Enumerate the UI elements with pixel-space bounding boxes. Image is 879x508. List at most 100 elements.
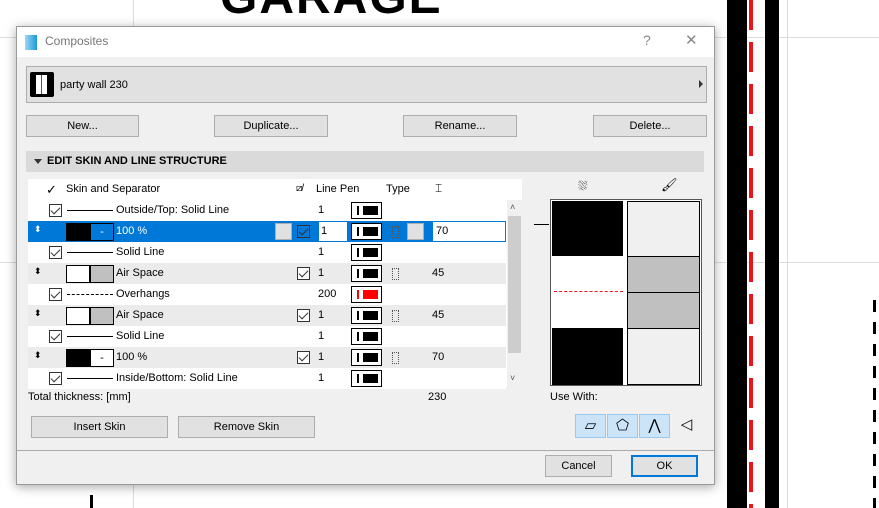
line-row[interactable]: Solid Line 1	[28, 242, 506, 263]
type-menu-button[interactable]	[407, 223, 424, 240]
drag-handle-icon[interactable]: ⬍	[34, 266, 42, 277]
background-swatch[interactable]	[90, 307, 114, 325]
overhang-preview-line	[554, 291, 623, 292]
scrollbar[interactable]: ˄ ˅	[507, 200, 522, 387]
scroll-up-icon[interactable]: ˄	[510, 202, 515, 212]
shell-icon[interactable]: ◁	[671, 414, 702, 438]
structure-preview	[550, 199, 702, 386]
show-line-checkbox[interactable]	[49, 288, 62, 301]
scrollbar-thumb[interactable]	[508, 216, 521, 353]
section-header[interactable]: EDIT SKIN AND LINE STRUCTURE	[26, 151, 704, 172]
pen-color-swatch[interactable]	[351, 328, 382, 345]
roof-icon[interactable]: ⋀	[639, 414, 670, 438]
background-swatch[interactable]: -	[90, 349, 114, 367]
row-label: 100 %	[116, 225, 148, 237]
show-line-checkbox[interactable]	[49, 372, 62, 385]
thickness-field[interactable]: 70	[432, 347, 444, 368]
line-row[interactable]: Overhangs 200	[28, 284, 506, 305]
drag-handle-icon[interactable]: ⬍	[34, 308, 42, 319]
fill-swatch[interactable]	[66, 265, 90, 283]
fill-swatch[interactable]	[66, 307, 90, 325]
pen-number[interactable]: 1	[318, 221, 348, 242]
show-all-check-icon[interactable]: ✓	[46, 182, 57, 198]
delete-button[interactable]: Delete...	[593, 115, 707, 137]
header-type: Type	[386, 183, 410, 195]
pen-number[interactable]: 200	[318, 284, 336, 305]
drag-handle-icon[interactable]: ⬍	[34, 224, 42, 235]
help-button[interactable]: ?	[643, 32, 651, 48]
pen-color-swatch[interactable]	[351, 265, 382, 282]
pen-number[interactable]: 1	[318, 326, 324, 347]
skin-row[interactable]: ⬍ - 70 100 % 1	[28, 347, 506, 368]
visibility-checkbox[interactable]	[297, 309, 310, 322]
pen-number[interactable]: 1	[318, 305, 324, 326]
drag-handle-icon[interactable]: ⬍	[34, 350, 42, 361]
scroll-down-icon[interactable]: ˅	[510, 373, 515, 383]
pen-color-swatch[interactable]	[351, 286, 382, 303]
line-row[interactable]: Solid Line 1	[28, 326, 506, 347]
header-skin: Skin and Separator	[66, 183, 161, 195]
new-button[interactable]: New...	[26, 115, 139, 137]
row-label: Outside/Top: Solid Line	[116, 204, 230, 216]
line-type-sample	[67, 378, 113, 379]
pen-color-swatch[interactable]	[351, 202, 382, 219]
fill-swatch[interactable]	[66, 223, 90, 241]
cancel-button[interactable]: Cancel	[545, 455, 612, 477]
show-line-checkbox[interactable]	[49, 204, 62, 217]
composite-selector[interactable]: party wall 230	[26, 66, 707, 103]
remove-skin-button[interactable]: Remove Skin	[178, 416, 315, 438]
row-label: Solid Line	[116, 246, 165, 258]
use-with-label: Use With:	[550, 391, 598, 403]
pen-color-swatch[interactable]	[351, 307, 382, 324]
overhang-line	[749, 0, 753, 508]
pen-color-swatch[interactable]	[351, 349, 382, 366]
pen-number[interactable]: 1	[318, 263, 324, 284]
total-thickness-label: Total thickness: [mm]	[28, 391, 131, 403]
thickness-field[interactable]: 70	[432, 221, 506, 242]
close-button[interactable]: ✕	[685, 31, 698, 49]
wall-line	[727, 0, 747, 508]
pen-number[interactable]: 1	[318, 368, 324, 389]
skin-row[interactable]: ⬍ - 70 100 % 1	[28, 221, 506, 242]
wall-icon[interactable]: ▱	[575, 414, 606, 438]
dialog-title: Composites	[45, 34, 109, 48]
visibility-checkbox[interactable]	[297, 267, 310, 280]
skin-type-icon[interactable]	[392, 268, 399, 280]
pen-number[interactable]: 1	[318, 200, 324, 221]
fill-menu-button[interactable]	[275, 223, 292, 240]
fill-swatch[interactable]	[66, 349, 90, 367]
skin-type-icon[interactable]	[392, 352, 399, 364]
visibility-checkbox[interactable]	[297, 225, 310, 238]
show-line-checkbox[interactable]	[49, 330, 62, 343]
divider	[17, 450, 714, 451]
ok-button[interactable]: OK	[631, 455, 698, 477]
collapse-triangle-icon	[34, 159, 42, 164]
visibility-checkbox[interactable]	[297, 351, 310, 364]
line-type-sample	[67, 252, 113, 253]
pen-color-swatch[interactable]	[351, 370, 382, 387]
composites-dialog: Composites ? ✕ party wall 230 New... Dup…	[16, 26, 715, 485]
pen-color-swatch[interactable]	[351, 223, 382, 240]
pen-number[interactable]: 1	[318, 347, 324, 368]
insert-skin-button[interactable]: Insert Skin	[31, 416, 168, 438]
background-swatch[interactable]: -	[90, 223, 114, 241]
thickness-field[interactable]: 45	[432, 305, 444, 326]
header-line-pen: Line Pen	[316, 183, 360, 195]
duplicate-button[interactable]: Duplicate...	[214, 115, 328, 137]
drawing-mark	[90, 495, 93, 508]
thickness-field[interactable]: 45	[432, 263, 444, 284]
pen-number[interactable]: 1	[318, 242, 324, 263]
skin-type-icon[interactable]	[392, 310, 399, 322]
show-line-checkbox[interactable]	[49, 246, 62, 259]
skin-row[interactable]: ⬍ 45 Air Space 1	[28, 263, 506, 284]
chevron-right-icon	[699, 80, 703, 88]
rename-button[interactable]: Rename...	[403, 115, 517, 137]
background-swatch[interactable]	[90, 265, 114, 283]
line-row[interactable]: Outside/Top: Solid Line 1	[28, 200, 506, 221]
total-thickness-value: 230	[428, 391, 447, 403]
skin-row[interactable]: ⬍ 45 Air Space 1	[28, 305, 506, 326]
slab-icon[interactable]: ⬠	[607, 414, 638, 438]
skin-type-icon[interactable]	[392, 226, 399, 238]
line-row[interactable]: Inside/Bottom: Solid Line 1	[28, 368, 506, 389]
pen-color-swatch[interactable]	[351, 244, 382, 261]
